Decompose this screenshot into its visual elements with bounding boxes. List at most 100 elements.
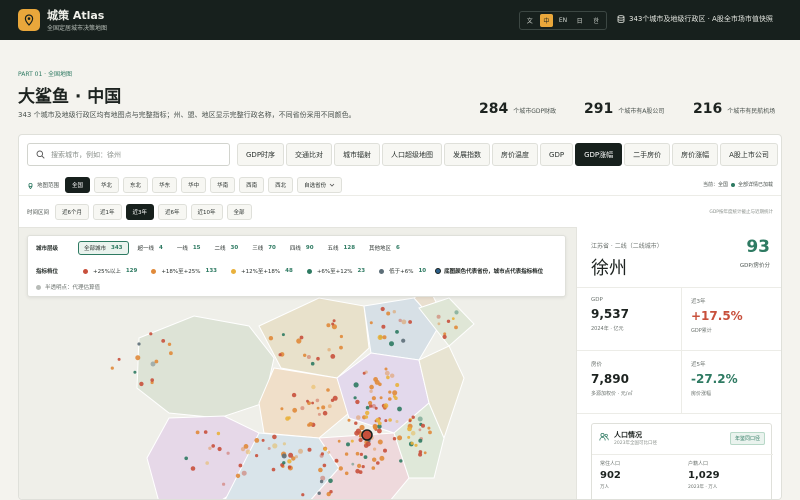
- city-dot[interactable]: [272, 434, 277, 440]
- city-dot[interactable]: [365, 405, 370, 410]
- tier-fifth[interactable]: 五线 128: [323, 241, 361, 255]
- city-dot[interactable]: [355, 428, 361, 434]
- city-dot[interactable]: [401, 319, 407, 325]
- time-10y[interactable]: 近10年: [190, 204, 223, 220]
- city-dot[interactable]: [454, 325, 458, 330]
- city-dot[interactable]: [357, 463, 362, 468]
- city-dot[interactable]: [408, 419, 412, 423]
- city-dot[interactable]: [133, 370, 137, 374]
- tab-gdp-timeline[interactable]: GDP时序: [237, 143, 285, 166]
- city-dot[interactable]: [417, 416, 423, 422]
- city-dot[interactable]: [344, 471, 349, 476]
- region-east[interactable]: 华东: [152, 177, 178, 193]
- tier-super-first[interactable]: 超一线 4: [133, 241, 168, 255]
- city-dot[interactable]: [281, 453, 287, 459]
- city-dot[interactable]: [320, 452, 324, 456]
- city-dot[interactable]: [167, 342, 172, 346]
- city-dot[interactable]: [278, 353, 282, 357]
- city-dot[interactable]: [392, 310, 396, 314]
- city-dot[interactable]: [243, 444, 249, 449]
- tab-gdp-growth[interactable]: GDP涨幅: [575, 143, 623, 166]
- city-dot[interactable]: [395, 383, 400, 387]
- region-north[interactable]: 华北: [94, 177, 120, 193]
- tier-second[interactable]: 二线 30: [210, 241, 244, 255]
- city-dot[interactable]: [397, 406, 402, 412]
- city-dot[interactable]: [330, 354, 336, 359]
- city-dot[interactable]: [110, 366, 114, 370]
- city-dot[interactable]: [369, 321, 373, 325]
- city-dot[interactable]: [418, 428, 422, 432]
- city-dot[interactable]: [216, 431, 221, 436]
- region-northeast[interactable]: 东北: [123, 177, 149, 193]
- city-dot[interactable]: [451, 317, 455, 320]
- city-dot[interactable]: [327, 348, 331, 352]
- city-dot[interactable]: [311, 384, 316, 390]
- city-dot[interactable]: [427, 426, 431, 430]
- city-dot[interactable]: [384, 419, 388, 423]
- city-dot[interactable]: [363, 455, 368, 459]
- city-dot[interactable]: [350, 439, 354, 443]
- city-dot[interactable]: [364, 415, 369, 419]
- city-dot[interactable]: [346, 442, 350, 447]
- tab-listed-companies[interactable]: A股上市公司: [720, 143, 778, 166]
- city-dot[interactable]: [323, 447, 327, 451]
- city-dot[interactable]: [410, 441, 414, 445]
- city-dot[interactable]: [287, 465, 292, 469]
- city-dot[interactable]: [282, 461, 286, 465]
- time-1y[interactable]: 近1年: [93, 204, 122, 220]
- city-dot[interactable]: [316, 356, 320, 361]
- city-dot[interactable]: [137, 342, 141, 346]
- city-dot[interactable]: [135, 355, 141, 361]
- city-dot[interactable]: [139, 381, 144, 387]
- city-dot[interactable]: [437, 322, 441, 326]
- city-dot[interactable]: [392, 437, 397, 441]
- city-dot[interactable]: [217, 446, 222, 452]
- tier-all[interactable]: 全部城市 343: [78, 241, 129, 255]
- city-dot[interactable]: [298, 448, 303, 454]
- city-dot[interactable]: [392, 390, 398, 396]
- city-dot[interactable]: [299, 335, 304, 340]
- city-dot[interactable]: [329, 490, 333, 494]
- city-dot[interactable]: [365, 441, 371, 447]
- city-dot[interactable]: [454, 310, 459, 315]
- city-dot[interactable]: [331, 322, 335, 326]
- city-dot[interactable]: [328, 478, 333, 484]
- city-dot[interactable]: [379, 396, 383, 400]
- city-dot[interactable]: [208, 446, 212, 450]
- city-dot[interactable]: [383, 448, 387, 453]
- city-dot[interactable]: [308, 422, 313, 427]
- city-dot[interactable]: [161, 339, 166, 343]
- city-dot[interactable]: [317, 412, 321, 416]
- city-dot[interactable]: [384, 370, 390, 376]
- tab-city-radiation[interactable]: 城市辐射: [334, 143, 381, 166]
- city-dot[interactable]: [358, 470, 363, 474]
- city-dot[interactable]: [326, 323, 331, 328]
- tab-resale-price[interactable]: 二手房价: [624, 143, 671, 166]
- city-dot[interactable]: [418, 450, 423, 454]
- city-dot[interactable]: [384, 367, 388, 371]
- city-dot[interactable]: [311, 401, 314, 405]
- city-dot[interactable]: [347, 418, 351, 422]
- tab-gdp[interactable]: GDP: [540, 143, 574, 166]
- city-dot[interactable]: [117, 357, 121, 361]
- city-dot[interactable]: [318, 467, 323, 473]
- city-dot[interactable]: [322, 463, 327, 468]
- city-dot[interactable]: [205, 461, 209, 465]
- city-dot[interactable]: [339, 334, 343, 339]
- city-dot[interactable]: [361, 465, 365, 469]
- tab-housing-temperature[interactable]: 房价温度: [492, 143, 539, 166]
- city-dot[interactable]: [222, 482, 226, 486]
- city-dot[interactable]: [355, 399, 360, 405]
- province-select[interactable]: 自选省份: [297, 177, 343, 193]
- city-dot[interactable]: [374, 406, 378, 410]
- city-dot[interactable]: [395, 330, 399, 334]
- city-dot[interactable]: [377, 428, 382, 434]
- city-dot[interactable]: [388, 418, 392, 422]
- city-dot[interactable]: [397, 435, 403, 441]
- city-dot[interactable]: [407, 435, 411, 439]
- tab-development-index[interactable]: 发展指数: [444, 143, 491, 166]
- city-dot[interactable]: [282, 442, 286, 446]
- city-dot[interactable]: [386, 375, 390, 380]
- city-dot[interactable]: [319, 479, 324, 484]
- city-dot[interactable]: [436, 314, 441, 319]
